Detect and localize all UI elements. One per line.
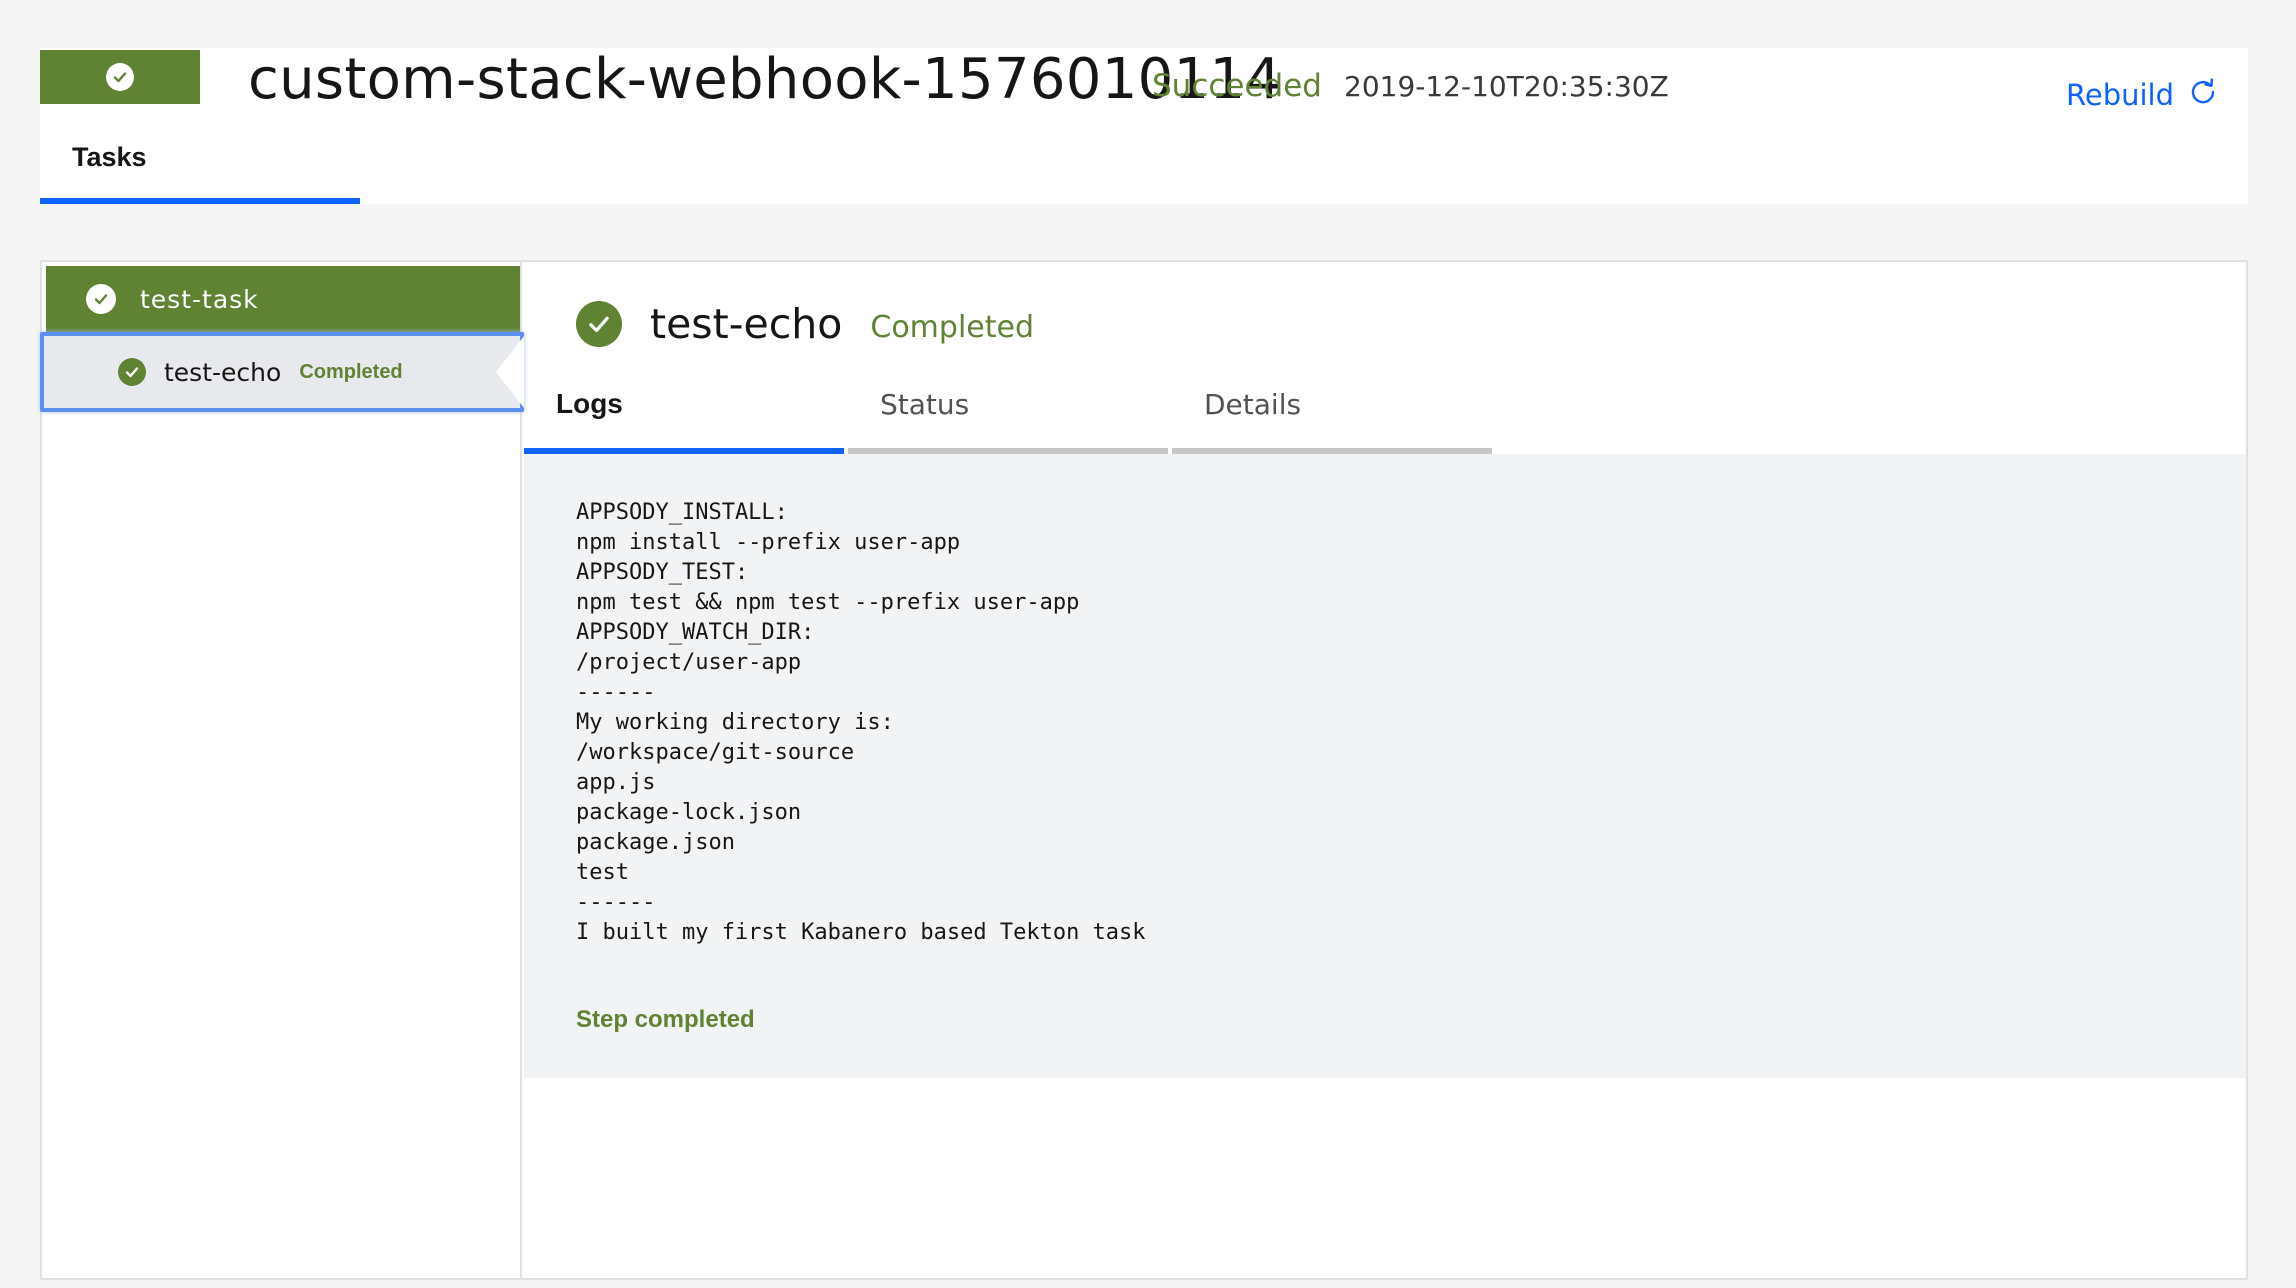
log-line: APPSODY_INSTALL:: [576, 500, 788, 525]
task-name: test-task: [140, 284, 259, 314]
log-line: APPSODY_WATCH_DIR:: [576, 620, 815, 645]
rebuild-label: Rebuild: [2066, 77, 2174, 112]
tab-logs[interactable]: Logs: [524, 372, 844, 454]
log-line: ------: [576, 680, 656, 705]
log-line: I built my first Kabanero based Tekton t…: [576, 920, 1146, 945]
step-name: test-echo: [164, 357, 282, 387]
log-line: /workspace/git-source: [576, 740, 855, 765]
step-title: test-echo: [650, 300, 843, 348]
step-status-label: Completed: [870, 309, 1034, 345]
run-timestamp: 2019-12-10T20:35:30Z: [1344, 70, 1669, 103]
restart-icon: [2188, 76, 2218, 113]
log-line: ------: [576, 890, 656, 915]
log-line: APPSODY_TEST:: [576, 560, 749, 585]
log-footer: Step completed: [576, 1006, 755, 1033]
rebuild-button[interactable]: Rebuild: [2066, 76, 2218, 113]
pipeline-run-header: custom-stack-webhook-1576010114 Succeede…: [40, 48, 2248, 204]
log-lines: APPSODY_INSTALL:npm install --prefix use…: [576, 498, 2194, 948]
task-tree-and-details: test-task test-echo Completed test-echo …: [40, 260, 2248, 1280]
log-line: package-lock.json: [576, 800, 802, 825]
log-line: My working directory is:: [576, 710, 894, 735]
step-tabs: Logs Status Details: [524, 372, 1492, 454]
task-tree: test-task test-echo Completed: [40, 262, 524, 1278]
run-status-indicator: [40, 50, 200, 104]
checkmark-icon: [106, 63, 134, 91]
step-item-test-echo[interactable]: test-echo Completed: [40, 332, 524, 412]
log-line: npm test && npm test --prefix user-app: [576, 590, 1080, 615]
checkmark-icon: [118, 358, 146, 386]
log-line: /project/user-app: [576, 650, 802, 675]
log-line: test: [576, 860, 629, 885]
log-output: APPSODY_INSTALL:npm install --prefix use…: [524, 454, 2246, 1078]
checkmark-icon: [576, 301, 622, 347]
step-details-header: test-echo Completed: [576, 300, 1034, 348]
tab-details[interactable]: Details: [1172, 372, 1492, 454]
page-title: custom-stack-webhook-1576010114: [248, 47, 1282, 112]
log-line: npm install --prefix user-app: [576, 530, 961, 555]
step-status: Completed: [299, 360, 403, 383]
tab-status[interactable]: Status: [848, 372, 1168, 454]
run-status-label: Succeeded: [1152, 68, 1322, 104]
step-details-panel: test-echo Completed Logs Status Details …: [524, 262, 2246, 1278]
log-line: package.json: [576, 830, 735, 855]
log-line: app.js: [576, 770, 656, 795]
tab-tasks[interactable]: Tasks: [40, 138, 360, 204]
checkmark-icon: [86, 284, 116, 314]
task-item-test-task[interactable]: test-task: [46, 266, 520, 332]
